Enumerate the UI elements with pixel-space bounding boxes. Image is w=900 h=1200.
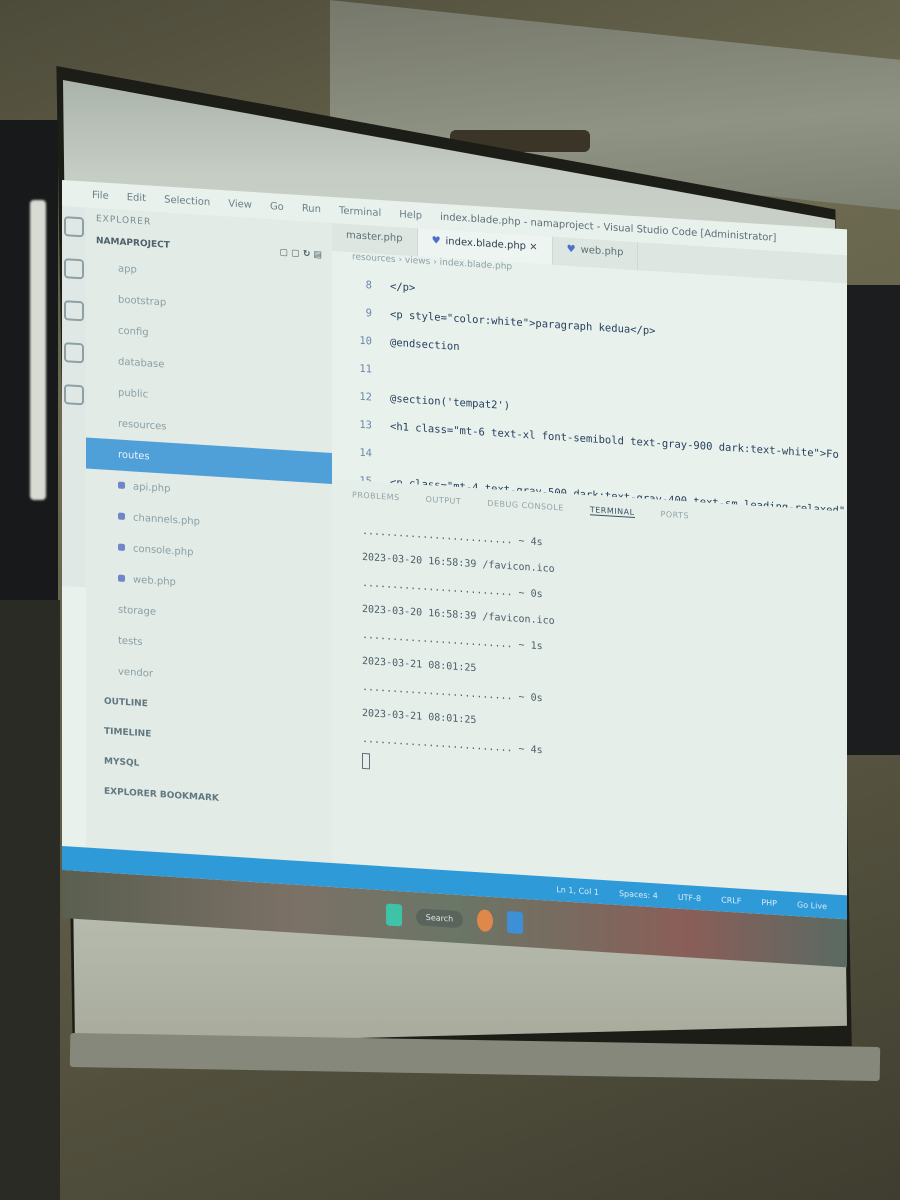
php-file-icon xyxy=(118,574,125,582)
status-eol[interactable]: CRLF xyxy=(721,895,741,905)
line-number: 8 xyxy=(365,279,372,292)
tab-label: master.php xyxy=(346,229,403,245)
status-indentation[interactable]: Spaces: 4 xyxy=(619,889,658,900)
menu-terminal[interactable]: Terminal xyxy=(339,205,381,219)
php-file-icon: ♥ xyxy=(431,235,441,247)
code-text: @section('tempat2') xyxy=(390,392,511,413)
menu-edit[interactable]: Edit xyxy=(127,192,146,204)
tree-item-label: channels.php xyxy=(133,512,200,528)
tab-output[interactable]: OUTPUT xyxy=(426,495,462,507)
line-number: 14 xyxy=(359,446,372,460)
php-file-icon: ♥ xyxy=(566,243,576,256)
extensions-icon[interactable] xyxy=(64,384,84,406)
activity-bar xyxy=(62,206,86,588)
code-editor[interactable]: 8 </p> 9 <p style="color:white">paragraph … xyxy=(332,269,847,517)
status-go-live[interactable]: Go Live xyxy=(797,900,827,911)
vscode-icon[interactable] xyxy=(507,911,524,935)
close-icon[interactable]: × xyxy=(529,241,537,253)
line-number: 13 xyxy=(359,418,372,432)
explorer-actions-icon[interactable]: ▢ ▢ ↻ ▤ xyxy=(280,248,322,261)
menu-run[interactable]: Run xyxy=(302,203,321,215)
menu-selection[interactable]: Selection xyxy=(164,194,210,208)
code-text: </p> xyxy=(390,280,416,295)
explorer-icon[interactable] xyxy=(64,216,84,238)
tab-label: web.php xyxy=(580,244,624,259)
projected-desktop: File Edit Selection View Go Run Terminal… xyxy=(62,180,852,990)
left-wall-panel xyxy=(0,120,58,600)
firefox-icon[interactable] xyxy=(477,909,494,933)
explorer-sidebar: EXPLORER NAMAPROJECT ▢ ▢ ↻ ▤ app bootstr… xyxy=(86,207,332,863)
tab-debug-console[interactable]: DEBUG CONSOLE xyxy=(487,499,564,514)
menu-go[interactable]: Go xyxy=(270,201,284,213)
tree-item-label: web.php xyxy=(133,574,176,589)
line-number: 12 xyxy=(359,390,372,404)
line-number: 10 xyxy=(359,334,372,348)
php-file-icon xyxy=(118,481,125,489)
status-encoding[interactable]: UTF-8 xyxy=(678,892,701,902)
bottom-panel: PROBLEMS OUTPUT DEBUG CONSOLE TERMINAL P… xyxy=(332,478,847,897)
search-icon[interactable] xyxy=(64,258,84,280)
line-number: 11 xyxy=(359,362,372,376)
run-debug-icon[interactable] xyxy=(64,342,84,364)
tab-terminal[interactable]: TERMINAL xyxy=(589,505,635,519)
line-number: 9 xyxy=(365,307,372,320)
tree-item-label: api.php xyxy=(133,481,171,495)
tab-ports[interactable]: PORTS xyxy=(661,510,690,522)
left-door xyxy=(0,600,60,1200)
code-text: @endsection xyxy=(390,336,460,354)
source-control-icon[interactable] xyxy=(64,300,84,322)
start-icon[interactable] xyxy=(385,903,402,927)
menu-file[interactable]: File xyxy=(92,189,109,201)
menu-help[interactable]: Help xyxy=(399,209,422,221)
tab-problems[interactable]: PROBLEMS xyxy=(352,490,400,503)
terminal[interactable]: ......................... ~ 4s 2023-03-2… xyxy=(332,509,847,810)
menu-view[interactable]: View xyxy=(228,198,252,210)
php-file-icon xyxy=(118,543,125,551)
status-language[interactable]: PHP xyxy=(761,897,777,907)
left-light xyxy=(30,200,46,500)
terminal-cursor xyxy=(362,752,370,770)
status-cursor-position[interactable]: Ln 1, Col 1 xyxy=(556,885,599,897)
taskbar-search[interactable]: Search xyxy=(415,907,464,928)
tab-label: index.blade.php xyxy=(445,236,527,253)
php-file-icon xyxy=(118,512,125,520)
vscode-window: File Edit Selection View Go Run Terminal… xyxy=(62,180,847,920)
tree-item-label: console.php xyxy=(133,543,194,559)
project-name: NAMAPROJECT xyxy=(96,236,170,251)
